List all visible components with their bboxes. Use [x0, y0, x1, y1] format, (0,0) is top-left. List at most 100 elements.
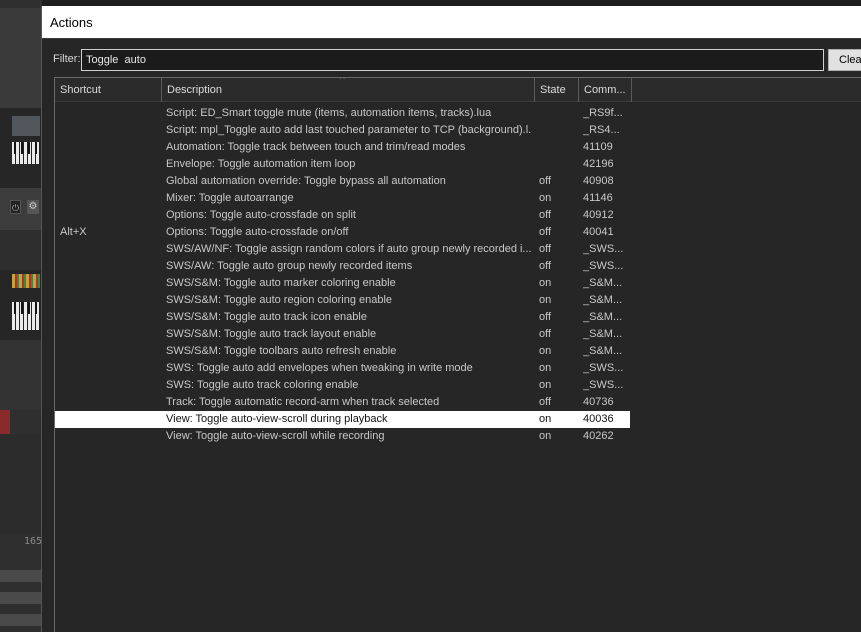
screen: ⏻ ⚙ 165 Actions Filter: Clear Shortcut D…: [0, 0, 861, 632]
description-cell: Options: Toggle auto-crossfade on/off: [166, 226, 349, 238]
state-cell: [539, 156, 577, 173]
table-row[interactable]: Envelope: Toggle automation item loop 421…: [55, 156, 630, 173]
state-cell: off: [539, 243, 552, 255]
state-cell: on: [539, 430, 552, 442]
description-cell: View: Toggle auto-view-scroll during pla…: [166, 413, 388, 425]
description-cell: View: Toggle auto-view-scroll while reco…: [166, 430, 385, 442]
command-id-cell: _SWS...: [583, 379, 624, 391]
description-cell: SWS/S&M: Toggle toolbars auto refresh en…: [166, 345, 397, 357]
command-id-cell: _SWS...: [583, 243, 624, 255]
description-cell: SWS/AW: Toggle auto group newly recorded…: [166, 260, 413, 272]
description-cell: SWS/S&M: Toggle auto marker coloring ena…: [166, 277, 396, 289]
table-row[interactable]: View: Toggle auto-view-scroll during pla…: [55, 411, 630, 428]
table-row[interactable]: View: Toggle auto-view-scroll while reco…: [55, 428, 630, 445]
state-cell: off: [539, 260, 552, 272]
shortcut-cell: [60, 122, 160, 139]
track-lane: [0, 340, 42, 410]
piano-black-keys: [12, 302, 40, 314]
ruler-band: [0, 592, 42, 604]
track-lane: [0, 230, 42, 270]
table-row[interactable]: Script: mpl_Toggle auto add last touched…: [55, 122, 630, 139]
shortcut-cell: Alt+X: [60, 226, 87, 238]
table-row[interactable]: Options: Toggle auto-crossfade on split o…: [55, 207, 630, 224]
table-row[interactable]: Alt+X Options: Toggle auto-crossfade on/o…: [55, 224, 630, 241]
state-cell: on: [539, 294, 552, 306]
column-header-shortcut[interactable]: Shortcut: [55, 78, 162, 102]
plugin-thumbnail: [12, 116, 40, 136]
ruler-band: [0, 570, 42, 582]
clear-button[interactable]: Clear: [828, 49, 861, 71]
shortcut-cell: [60, 428, 160, 445]
table-row[interactable]: SWS: Toggle auto track coloring enable on…: [55, 377, 630, 394]
shortcut-cell: [60, 292, 160, 309]
description-cell: SWS: Toggle auto track coloring enable: [166, 379, 359, 391]
command-id-cell: 42196: [583, 158, 614, 170]
command-id-cell: _RS4...: [583, 124, 620, 136]
table-row[interactable]: SWS/S&M: Toggle auto marker coloring ena…: [55, 275, 630, 292]
table-row[interactable]: Script: ED_Smart toggle mute (items, aut…: [55, 105, 630, 122]
command-id-cell: 41146: [583, 192, 613, 204]
list-header: Shortcut Description ^ State Comm...: [55, 78, 861, 102]
table-row[interactable]: Track: Toggle automatic record-arm when …: [55, 394, 630, 411]
description-cell: SWS/S&M: Toggle auto region coloring ena…: [166, 294, 393, 306]
table-row[interactable]: SWS/S&M: Toggle toolbars auto refresh en…: [55, 343, 630, 360]
command-id-cell: _S&M...: [583, 345, 623, 357]
shortcut-cell: [60, 343, 160, 360]
list-rows: Script: ED_Smart toggle mute (items, aut…: [55, 105, 861, 445]
state-cell: on: [539, 277, 552, 289]
table-row[interactable]: SWS/AW/NF: Toggle assign random colors i…: [55, 241, 630, 258]
command-id-cell: 40262: [583, 430, 614, 442]
table-row[interactable]: SWS/S&M: Toggle auto track icon enable of…: [55, 309, 630, 326]
filter-input[interactable]: [81, 49, 824, 71]
description-cell: SWS: Toggle auto add envelopes when twea…: [166, 362, 473, 374]
state-cell: on: [539, 345, 552, 357]
table-row[interactable]: SWS/S&M: Toggle auto region coloring ena…: [55, 292, 630, 309]
table-row[interactable]: SWS: Toggle auto add envelopes when twea…: [55, 360, 630, 377]
column-header-state[interactable]: State: [535, 78, 579, 102]
shortcut-cell: [60, 258, 160, 275]
track-lane: [0, 434, 42, 534]
state-cell: [539, 122, 577, 139]
shortcut-cell: [60, 394, 160, 411]
description-cell: Automation: Toggle track between touch a…: [166, 141, 466, 153]
description-cell: Mixer: Toggle autoarrange: [166, 192, 294, 204]
table-row[interactable]: Global automation override: Toggle bypas…: [55, 173, 630, 190]
ruler-number: 165: [24, 536, 43, 547]
actions-list[interactable]: Shortcut Description ^ State Comm... Scr…: [54, 77, 861, 632]
command-id-cell: 40036: [583, 413, 614, 425]
state-cell: [539, 139, 577, 156]
column-header-description[interactable]: Description: [162, 78, 535, 102]
ruler-band: [0, 614, 42, 626]
plugin-thumbnail: [12, 274, 40, 288]
command-id-cell: 41109: [583, 141, 613, 153]
actions-window: Actions Filter: Clear Shortcut Descripti…: [41, 6, 861, 632]
divider: [42, 38, 861, 39]
column-header-command[interactable]: Comm...: [579, 78, 632, 102]
shortcut-cell: [60, 190, 160, 207]
shortcut-cell: [60, 309, 160, 326]
command-id-cell: _RS9f...: [583, 107, 623, 119]
table-row[interactable]: Automation: Toggle track between touch a…: [55, 139, 630, 156]
shortcut-cell: [60, 360, 160, 377]
state-cell: on: [539, 192, 552, 204]
power-icon[interactable]: ⏻: [10, 200, 21, 214]
shortcut-cell: [60, 377, 160, 394]
shortcut-cell: [60, 173, 160, 190]
daw-background: ⏻ ⚙ 165: [0, 0, 42, 632]
table-row[interactable]: SWS/AW: Toggle auto group newly recorded…: [55, 258, 630, 275]
description-cell: Script: ED_Smart toggle mute (items, aut…: [166, 107, 492, 119]
command-id-cell: 40908: [583, 175, 614, 187]
command-id-cell: _S&M...: [583, 328, 623, 340]
title-bar[interactable]: Actions: [42, 6, 861, 38]
table-row[interactable]: Mixer: Toggle autoarrange on 41146: [55, 190, 630, 207]
piano-black-keys: [12, 142, 40, 154]
description-cell: SWS/S&M: Toggle auto track icon enable: [166, 311, 367, 323]
shortcut-cell: [60, 411, 160, 428]
description-cell: Script: mpl_Toggle auto add last touched…: [166, 124, 532, 136]
window-title: Actions: [50, 15, 93, 30]
gear-icon[interactable]: ⚙: [27, 200, 39, 214]
shortcut-cell: [60, 275, 160, 292]
description-cell: Track: Toggle automatic record-arm when …: [166, 396, 440, 408]
track-lane: [0, 8, 42, 108]
table-row[interactable]: SWS/S&M: Toggle auto track layout enable…: [55, 326, 630, 343]
